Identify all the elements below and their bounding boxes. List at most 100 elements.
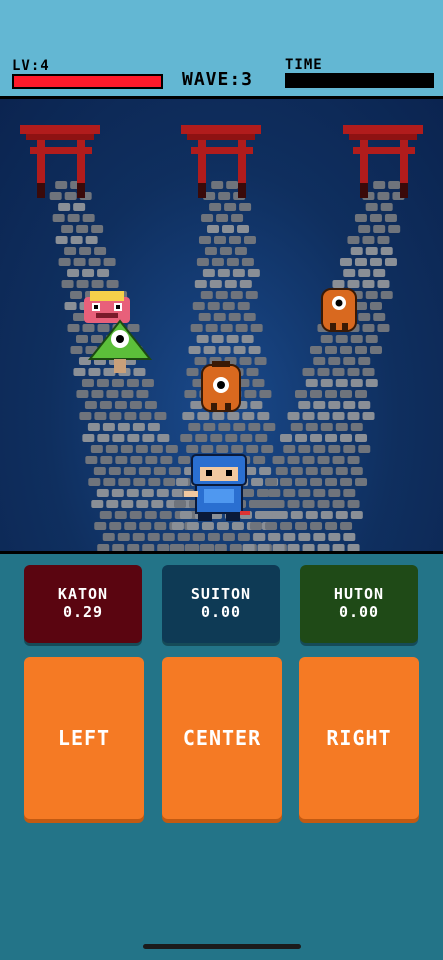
home-indicator[interactable] [143,944,301,949]
path-stone [324,346,337,354]
path-stone [112,434,125,442]
path-stone [246,445,259,453]
path-stone [310,478,323,486]
path-stone [109,412,122,420]
right-button[interactable]: RIGHT [299,657,419,819]
path-stone [290,423,303,431]
path-stone [99,511,112,519]
path-stone [332,412,345,420]
path-stone [339,346,352,354]
path-stone [61,225,74,233]
path-stone [194,280,207,288]
path-stone [283,489,296,497]
path-stone [302,544,315,551]
path-stone [231,445,244,453]
path-stone [49,192,62,200]
path-stone [380,291,393,299]
path-stone [302,368,315,376]
path-stone [82,214,95,222]
path-stone [325,390,338,398]
path-stone [73,313,86,321]
path-stone [332,368,345,376]
huton-button[interactable]: HUTON 0.00 [300,565,418,643]
path-stone [201,522,214,530]
path-stone [79,247,92,255]
path-stone [347,368,360,376]
path-stone [317,412,330,420]
path-stone [133,478,146,486]
path-stone [241,335,254,343]
path-stone [114,511,127,519]
path-stone [254,357,267,365]
path-stone [121,500,134,508]
path-stone [215,291,228,299]
path-stone [231,522,244,530]
path-stone [129,401,142,409]
path-stone [90,335,103,343]
path-stone [302,456,315,464]
path-stone [335,467,348,475]
path-stone [358,313,371,321]
suiton-button[interactable]: SUITON 0.00 [162,565,280,643]
path-stone [163,478,176,486]
path-stone [272,500,285,508]
path-stone [328,445,341,453]
path-stone [339,258,352,266]
path-stone [234,247,247,255]
path-stone [213,313,226,321]
katon-name: KATON [57,585,109,603]
path-stone [76,390,89,398]
path-stone [97,434,110,442]
path-stone [369,346,382,354]
orange-lantern-enemy-center [201,361,241,412]
path-stone [82,434,95,442]
path-stone [384,214,397,222]
path-stone [211,335,224,343]
path-stone [87,423,100,431]
health-bar [12,74,163,89]
path-stone [369,258,382,266]
path-stone [52,214,65,222]
path-stone [237,533,250,541]
path-stone [317,544,330,551]
path-stone [115,456,128,464]
center-button[interactable]: CENTER [162,657,282,819]
path-stone [76,225,89,233]
path-stone [153,467,166,475]
path-stone [70,346,83,354]
path-stone [335,335,348,343]
path-stone [335,423,348,431]
path-stone [145,456,158,464]
path-stone [237,225,250,233]
path-stone [354,346,367,354]
path-stone [287,412,300,420]
path-stone [228,313,241,321]
path-stone [275,511,288,519]
path-stone [151,500,164,508]
path-stone [225,434,238,442]
path-stone [106,500,119,508]
path-stone [103,258,116,266]
game-field[interactable] [0,96,443,554]
path-stone [260,511,273,519]
path-stone [179,511,192,519]
path-stone [203,423,216,431]
path-stone [184,544,197,551]
path-stone [305,379,318,387]
path-stone [216,445,229,453]
path-stone [287,500,300,508]
katon-button[interactable]: KATON 0.29 [24,565,142,643]
left-button[interactable]: LEFT [24,657,144,819]
path-stone [130,456,143,464]
path-stone [365,379,378,387]
path-stone [61,280,74,288]
path-stone [117,533,130,541]
path-stone [197,412,210,420]
path-stone [268,489,281,497]
huton-name: HUTON [333,585,385,603]
path-stone [224,280,237,288]
path-stone [335,511,348,519]
path-stone [207,533,220,541]
path-stone [355,390,368,398]
path-stone [136,500,149,508]
